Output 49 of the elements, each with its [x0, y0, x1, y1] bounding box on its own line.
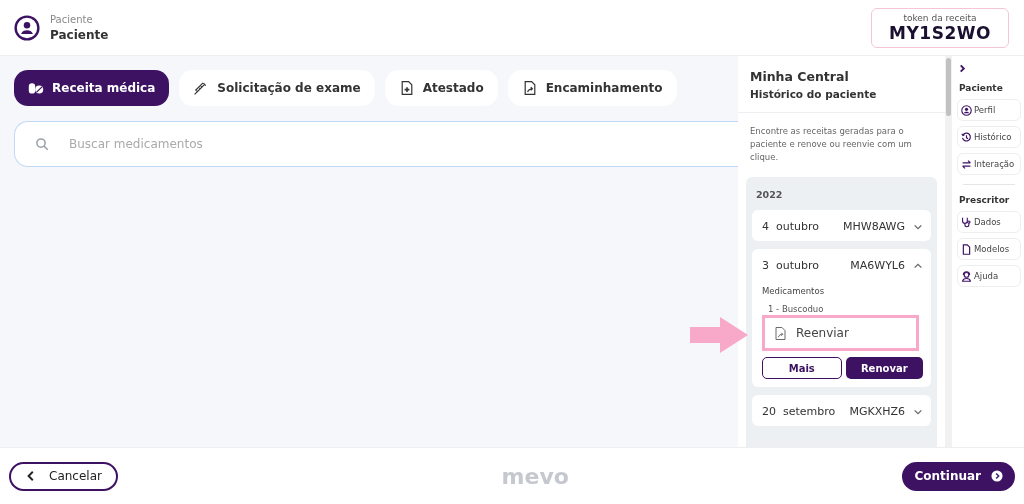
continue-button[interactable]: Continuar — [902, 461, 1015, 491]
nav-item[interactable]: Histórico — [957, 126, 1021, 148]
header-caption: Paciente — [50, 13, 94, 25]
more-button[interactable]: Mais — [762, 357, 842, 380]
cancel-button[interactable]: Cancelar — [9, 461, 118, 491]
panel-description: Encontre as receitas geradas para o paciente e renove ou reenvie com um clique. — [750, 125, 913, 164]
tab[interactable]: Receita médica — [14, 70, 170, 106]
nav-item[interactable]: Modelos — [957, 238, 1021, 260]
chevron-right-icon[interactable] — [958, 64, 967, 73]
tab[interactable]: Encaminhamento — [507, 70, 677, 106]
nav-item[interactable]: Interação — [957, 153, 1021, 175]
prescription-date: 3 outubro — [762, 259, 820, 273]
logo: mevo — [501, 463, 569, 489]
token-code: MY1S2WO — [889, 22, 991, 43]
patient-name: Paciente — [50, 27, 109, 42]
medication-item: 1 - Buscoduo — [768, 304, 825, 315]
renew-button[interactable]: Renovar — [845, 357, 923, 380]
panel-title: Minha Central — [750, 69, 850, 84]
document-arrow-icon — [773, 324, 788, 342]
token-label: token da receita — [903, 12, 977, 23]
search-field[interactable]: Buscar medicamentos — [14, 121, 738, 167]
stethoscope-icon — [961, 216, 972, 228]
prescription-date: 4 outubro — [762, 220, 820, 234]
tab[interactable]: Atestado — [384, 70, 498, 106]
support-agent-icon — [961, 270, 972, 282]
pills-icon — [28, 80, 44, 96]
prescription-code: MHW8AWG — [843, 220, 905, 234]
nav-item[interactable]: Dados — [957, 211, 1021, 233]
nav-item[interactable]: Ajuda — [957, 265, 1021, 287]
history-icon — [961, 131, 972, 143]
highlight-arrow — [690, 317, 748, 354]
year-label: 2022 — [755, 188, 784, 203]
swap-arrows-icon — [961, 158, 972, 170]
document-icon — [961, 243, 972, 255]
tab[interactable]: Solicitação de exame — [179, 70, 375, 106]
scrollbar[interactable] — [945, 56, 952, 447]
prescription-code: MA6WYL6 — [850, 259, 905, 273]
person-icon — [961, 104, 972, 116]
resend-button[interactable]: Reenviar — [762, 315, 919, 352]
nav-group-title: Prescritor — [959, 195, 1011, 205]
search-icon — [35, 137, 50, 152]
nav-item[interactable]: Perfil — [957, 99, 1021, 121]
arrow-circle-icon — [991, 470, 1003, 482]
nav-group-title: Paciente — [959, 83, 1004, 93]
prescription-date: 20 setembro — [762, 405, 837, 419]
user-icon — [14, 14, 40, 41]
prescription-code: MGKXHZ6 — [849, 405, 905, 419]
panel-subtitle: Histórico do paciente — [750, 88, 878, 100]
section-label: Medicamentos — [762, 286, 826, 297]
